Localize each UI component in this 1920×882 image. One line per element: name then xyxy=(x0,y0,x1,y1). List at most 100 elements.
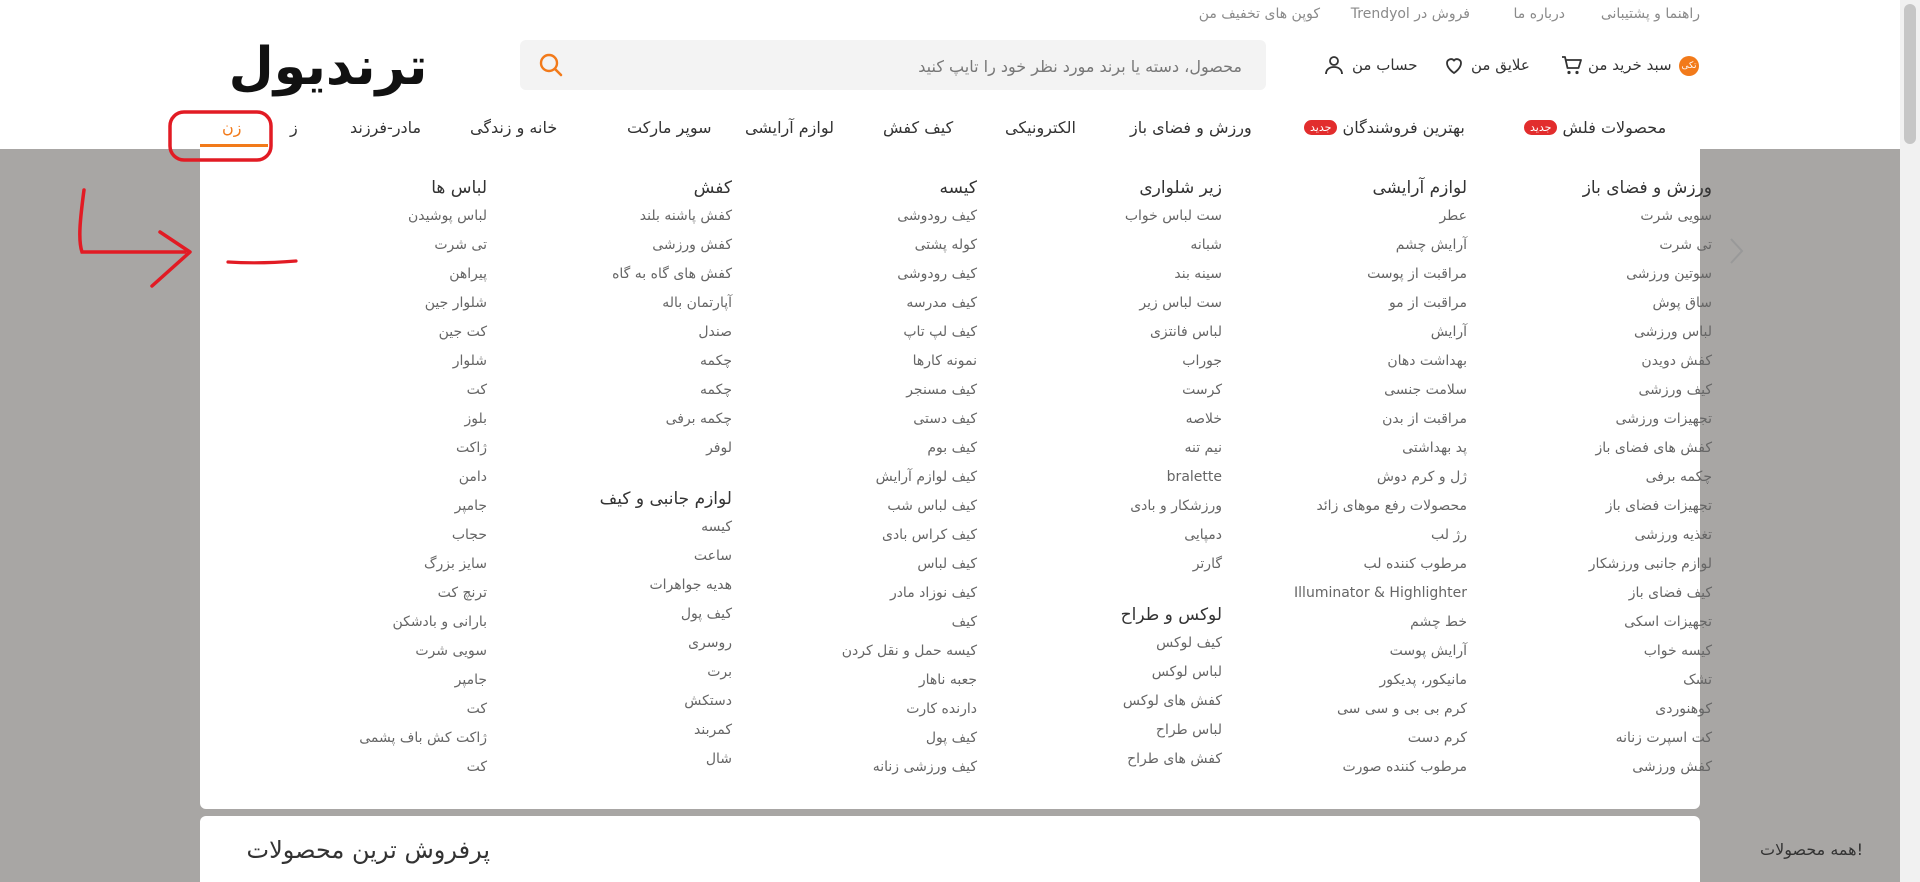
menu-link[interactable]: آرایش چشم xyxy=(1217,231,1467,260)
menu-link[interactable]: نیم تنه xyxy=(972,434,1222,463)
menu-link[interactable]: کیف رودوشی xyxy=(727,202,977,231)
top-link-about[interactable]: درباره ما xyxy=(1514,6,1565,22)
menu-link[interactable]: چکمه برفی xyxy=(1462,463,1712,492)
scrollbar-thumb[interactable] xyxy=(1904,4,1916,144)
menu-link[interactable]: لوفر xyxy=(482,434,732,463)
scrollbar[interactable] xyxy=(1900,0,1920,882)
menu-link[interactable]: شلوار xyxy=(237,347,487,376)
menu-link[interactable]: چکمه برفی xyxy=(482,405,732,434)
menu-link[interactable]: بهداشت دهان xyxy=(1217,347,1467,376)
search-box[interactable] xyxy=(520,40,1266,92)
menu-link[interactable]: کیف پول xyxy=(727,724,977,753)
menu-link[interactable]: پیراهن xyxy=(237,260,487,289)
menu-link[interactable]: ساق پوش xyxy=(1462,289,1712,318)
menu-link[interactable]: تی شرت xyxy=(1462,231,1712,260)
column-title[interactable]: زیر شلواری xyxy=(972,174,1222,202)
menu-link[interactable]: مرطوب کننده صورت xyxy=(1217,753,1467,782)
menu-link[interactable]: کیف ورزشی زنانه xyxy=(727,753,977,782)
menu-link[interactable]: ژل و کرم دوش xyxy=(1217,463,1467,492)
menu-link[interactable]: مراقبت از مو xyxy=(1217,289,1467,318)
menu-link[interactable]: کیسه xyxy=(482,513,732,542)
column-title[interactable]: ورزش و فضای باز xyxy=(1462,174,1712,202)
nav-item-electronics[interactable]: الکترونیکی xyxy=(1005,118,1076,137)
menu-link[interactable]: گارتر xyxy=(972,550,1222,579)
top-link-help[interactable]: راهنما و پشتیبانی xyxy=(1601,6,1700,22)
menu-link[interactable]: مرطوب کننده لب xyxy=(1217,550,1468,579)
menu-link[interactable]: لوازم جانبی ورزشکار xyxy=(1462,550,1712,579)
menu-link[interactable]: کت جین xyxy=(237,318,487,347)
see-all-link[interactable]: همه محصولات! xyxy=(1760,840,1863,859)
menu-link[interactable]: برت xyxy=(482,658,732,687)
menu-link[interactable]: رژ لب xyxy=(1217,521,1467,550)
menu-link[interactable]: بلوز xyxy=(237,405,487,434)
menu-link[interactable]: مانیکور، پدیکور xyxy=(1217,666,1467,695)
nav-item-women[interactable]: زن xyxy=(222,118,241,137)
menu-link[interactable]: سوتین ورزشی xyxy=(1462,260,1712,289)
menu-link[interactable]: شبانه xyxy=(972,231,1222,260)
nav-item-mother-child[interactable]: مادر-فرزند xyxy=(350,118,421,137)
column-title[interactable]: لوازم آرایشی xyxy=(1217,174,1467,202)
search-icon[interactable] xyxy=(538,52,564,78)
menu-link[interactable]: کفش های گاه به گاه xyxy=(482,260,732,289)
menu-link[interactable]: کفش های طراح xyxy=(972,745,1222,774)
menu-link[interactable]: دمپایی xyxy=(972,521,1222,550)
menu-link[interactable]: سویی شرت xyxy=(1462,202,1712,231)
nav-item-cosmetics[interactable]: لوازم آرایشی xyxy=(745,118,834,137)
menu-link[interactable]: کوهنوردی xyxy=(1462,695,1712,724)
menu-link[interactable]: کفش های فضای باز xyxy=(1462,434,1712,463)
menu-link[interactable]: لباس ورزشی xyxy=(1462,318,1712,347)
account-label[interactable]: حساب من xyxy=(1352,56,1418,74)
menu-link[interactable]: آپارتمان باله xyxy=(482,289,732,318)
menu-link[interactable]: کیسه حمل و نقل کردن xyxy=(727,637,977,666)
menu-link[interactable]: سینه بند xyxy=(972,260,1222,289)
menu-link[interactable]: آرایش پوست xyxy=(1217,637,1467,666)
menu-link[interactable]: جامپر xyxy=(237,666,487,695)
menu-link[interactable]: ست لباس خواب xyxy=(972,202,1222,231)
menu-link[interactable]: ساعت xyxy=(482,542,732,571)
heart-icon[interactable] xyxy=(1442,53,1466,77)
menu-link[interactable]: ورزشکار و بادی xyxy=(972,492,1222,521)
menu-link[interactable]: کیف مدرسه xyxy=(727,289,977,318)
menu-link[interactable]: کیف دستی xyxy=(727,405,977,434)
column-title-accessories[interactable]: لوازم جانبی و کیف xyxy=(482,485,732,513)
menu-link[interactable]: کفش های لوکس xyxy=(972,687,1222,716)
menu-link[interactable]: کیف ورزشی xyxy=(1462,376,1712,405)
menu-link[interactable]: سویی شرت xyxy=(237,637,487,666)
menu-link[interactable]: کیف رودوشی xyxy=(727,260,977,289)
menu-link[interactable]: لباس لوکس xyxy=(972,658,1222,687)
user-icon[interactable] xyxy=(1322,53,1346,77)
menu-link[interactable]: دامن xyxy=(237,463,487,492)
menu-link[interactable]: بارانی و بادشکن xyxy=(237,608,487,637)
column-title[interactable]: کیسه xyxy=(727,174,977,202)
menu-link[interactable]: ترنچ کت xyxy=(237,579,487,608)
nav-item-supermarket[interactable]: سوپر مارکت xyxy=(627,118,712,137)
menu-link[interactable]: Illuminator & Highlighter xyxy=(1217,579,1467,608)
menu-link[interactable]: مراقبت از بدن xyxy=(1217,405,1467,434)
menu-link[interactable]: کیف لباس شب xyxy=(727,492,977,521)
menu-link[interactable]: حجاب xyxy=(237,521,487,550)
menu-link[interactable]: دستکش xyxy=(482,687,732,716)
menu-link[interactable]: دارنده کارت xyxy=(727,695,977,724)
menu-link[interactable]: پد بهداشتی xyxy=(1217,434,1467,463)
menu-link[interactable]: عطر xyxy=(1217,202,1467,231)
nav-item-sports[interactable]: ورزش و فضای باز xyxy=(1130,118,1252,137)
menu-link[interactable]: کوله پشتی xyxy=(727,231,977,260)
menu-link[interactable]: جوراب xyxy=(972,347,1222,376)
menu-link[interactable]: کیف لباس xyxy=(727,550,977,579)
nav-item-home-living[interactable]: خانه و زندگی xyxy=(470,118,557,137)
top-link-coupons[interactable]: کوپن های تخفیف من xyxy=(1199,6,1320,22)
menu-link[interactable]: چکمه xyxy=(482,376,732,405)
menu-link[interactable]: کرم بی بی و سی سی xyxy=(1217,695,1467,724)
cart-icon[interactable] xyxy=(1560,53,1584,77)
menu-link[interactable]: خلاصه xyxy=(972,405,1222,434)
menu-link[interactable]: کفش ورزشی xyxy=(482,231,732,260)
menu-link[interactable]: مراقبت از پوست xyxy=(1217,260,1467,289)
nav-item-flash[interactable]: جدید محصولات فلش xyxy=(1520,118,1666,137)
menu-link[interactable]: محصولات رفع موهای زائد xyxy=(1217,492,1467,521)
menu-link[interactable]: آرایش xyxy=(1217,318,1467,347)
nav-item-bags-shoes[interactable]: کیف کفش xyxy=(883,118,953,137)
menu-link[interactable]: جعبه ناهار xyxy=(727,666,977,695)
menu-link[interactable]: ژاکت کش باف پشمی xyxy=(237,724,487,753)
menu-link[interactable]: کفش دویدن xyxy=(1462,347,1712,376)
menu-link[interactable]: چکمه xyxy=(482,347,732,376)
